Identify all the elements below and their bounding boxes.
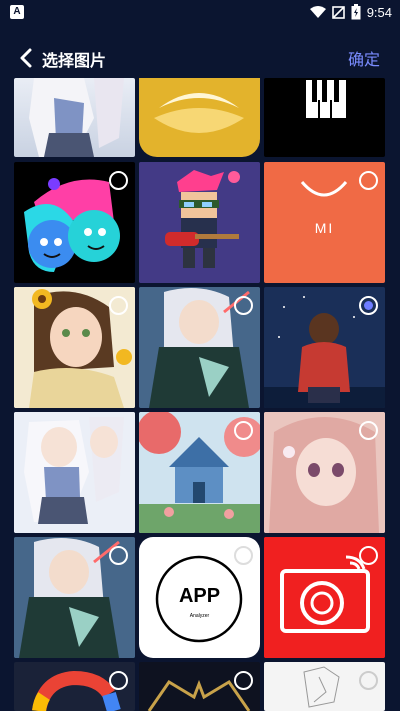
grid-tile[interactable] xyxy=(14,287,135,408)
status-time: 9:54 xyxy=(366,4,392,20)
select-radio[interactable] xyxy=(109,296,128,315)
grid-tile[interactable] xyxy=(139,412,260,533)
select-radio[interactable] xyxy=(359,671,378,690)
sim-icon xyxy=(331,5,345,19)
status-bar: A 9:54 xyxy=(0,0,400,26)
select-radio[interactable] xyxy=(109,671,128,690)
select-radio[interactable] xyxy=(234,546,253,565)
grid-tile[interactable] xyxy=(264,412,385,533)
grid-tile[interactable] xyxy=(264,662,385,711)
select-radio[interactable] xyxy=(359,171,378,190)
grid-tile[interactable] xyxy=(14,78,135,157)
select-radio[interactable] xyxy=(109,546,128,565)
grid-tile[interactable] xyxy=(139,78,260,157)
select-radio[interactable] xyxy=(109,171,128,190)
piano-logo-thumbnail xyxy=(306,80,346,118)
anime-girl-thumbnail xyxy=(29,78,124,157)
grid-tile[interactable] xyxy=(14,537,135,658)
app-notification-icon: A xyxy=(10,5,24,19)
grid-tile[interactable] xyxy=(14,412,135,533)
grid-tile[interactable] xyxy=(139,662,260,711)
battery-icon xyxy=(351,4,361,20)
pixel-guitarist-thumbnail xyxy=(139,162,260,283)
status-icons: 9:54 xyxy=(309,3,392,21)
anime-girl-thumbnail xyxy=(14,412,135,533)
select-radio[interactable] xyxy=(234,421,253,440)
grid-tile[interactable] xyxy=(14,162,135,283)
page-title: 选择图片 xyxy=(42,51,107,70)
select-radio[interactable] xyxy=(359,546,378,565)
image-grid: MI APP Analyzer xyxy=(14,78,386,711)
app-analyzer-title: APP xyxy=(178,585,221,607)
back-arrow-icon[interactable] xyxy=(16,46,38,70)
select-radio[interactable] xyxy=(359,421,378,440)
wifi-icon xyxy=(309,5,326,18)
grid-tile[interactable] xyxy=(139,287,260,408)
grid-tile[interactable] xyxy=(264,78,385,157)
select-radio-selected[interactable] xyxy=(359,296,378,315)
grid-tile[interactable]: APP Analyzer xyxy=(139,537,260,658)
grid-tile[interactable] xyxy=(139,162,260,283)
select-radio[interactable] xyxy=(234,671,253,690)
header-bar: 选择图片 确定 xyxy=(0,40,400,76)
grid-tile[interactable]: MI xyxy=(264,162,385,283)
grid-tile[interactable] xyxy=(264,537,385,658)
mi-logo-text: MI xyxy=(314,220,335,236)
grid-tile[interactable] xyxy=(14,662,135,711)
yellow-app-icon-thumbnail xyxy=(154,93,244,133)
select-radio[interactable] xyxy=(234,296,253,315)
grid-tile[interactable] xyxy=(264,287,385,408)
confirm-button[interactable]: 确定 xyxy=(348,46,380,70)
app-analyzer-subtitle: Analyzer xyxy=(189,613,210,619)
